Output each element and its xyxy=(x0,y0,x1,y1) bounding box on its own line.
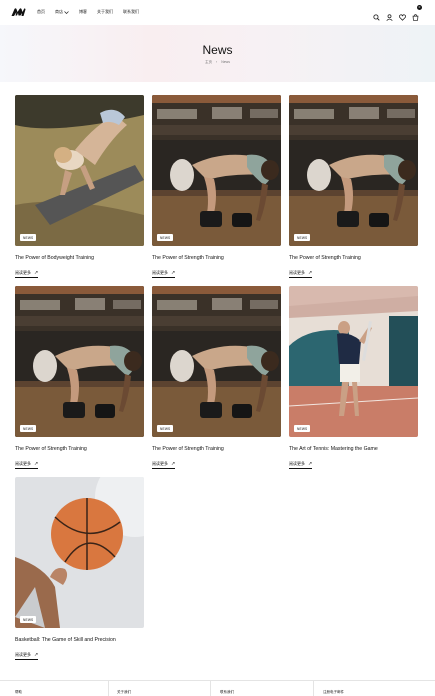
arrow-up-right-icon: ↗ xyxy=(171,270,176,276)
cart-count-badge: 0 xyxy=(417,5,422,10)
footer-help[interactable]: 帮助 xyxy=(15,690,22,695)
search-icon[interactable] xyxy=(373,13,380,21)
footer-divider xyxy=(313,681,314,696)
cart-icon xyxy=(412,14,419,21)
cart-button[interactable]: 0 xyxy=(412,5,422,26)
post-title[interactable]: The Art of Tennis: Mastering the Game xyxy=(289,446,418,452)
footer-contact[interactable]: 联系我们 xyxy=(220,690,234,695)
post-title[interactable]: The Power of Strength Training xyxy=(289,255,418,261)
post-card[interactable]: NEWS The Power of Strength Training 阅读更多… xyxy=(152,286,281,470)
footer-divider xyxy=(210,681,211,696)
post-category-badge: NEWS xyxy=(20,616,37,623)
read-more-label: 阅读更多 xyxy=(15,270,31,275)
nav-item-contact[interactable]: 联系我们 xyxy=(123,9,139,15)
post-card[interactable]: NEWS The Power of Strength Training 阅读更多… xyxy=(289,95,418,279)
post-card[interactable]: NEWS Basketball: The Game of Skill and P… xyxy=(15,477,144,661)
post-category-badge: NEWS xyxy=(157,425,174,432)
breadcrumb-home-link[interactable]: 主页 xyxy=(205,60,212,65)
breadcrumb-separator: › xyxy=(216,60,218,64)
post-category-badge: NEWS xyxy=(157,234,174,241)
page-hero: News 主页 › News xyxy=(0,25,435,82)
read-more-label: 阅读更多 xyxy=(152,461,168,466)
arrow-up-right-icon: ↗ xyxy=(34,270,39,276)
nav-label: 关于我们 xyxy=(97,9,113,14)
chevron-down-icon xyxy=(64,10,69,14)
site-header: 首页 商店 博客 关于我们 联系我们 0 xyxy=(0,0,435,25)
nav-item-blog[interactable]: 博客 xyxy=(79,9,87,15)
nav-label: 联系我们 xyxy=(123,9,139,14)
nav-item-home[interactable]: 首页 xyxy=(37,9,45,15)
post-image[interactable]: NEWS xyxy=(289,286,418,437)
read-more-link[interactable]: 阅读更多 ↗ xyxy=(15,652,39,660)
read-more-label: 阅读更多 xyxy=(15,461,31,466)
main-nav: 首页 商店 博客 关于我们 联系我们 xyxy=(37,9,139,15)
heart-icon[interactable] xyxy=(399,13,406,21)
read-more-link[interactable]: 阅读更多 ↗ xyxy=(152,461,176,469)
read-more-label: 阅读更多 xyxy=(152,270,168,275)
read-more-label: 阅读更多 xyxy=(289,270,305,275)
brand-logo[interactable] xyxy=(11,7,26,17)
read-more-link[interactable]: 阅读更多 ↗ xyxy=(15,461,39,469)
breadcrumb-current: News xyxy=(221,60,230,64)
post-title[interactable]: The Power of Strength Training xyxy=(15,446,144,452)
post-image[interactable]: NEWS xyxy=(152,286,281,437)
post-title[interactable]: The Power of Bodyweight Training xyxy=(15,255,144,261)
footer-newsletter[interactable]: 注册电子邮件 xyxy=(323,690,344,695)
post-category-badge: NEWS xyxy=(294,425,311,432)
post-card[interactable]: NEWS The Art of Tennis: Mastering the Ga… xyxy=(289,286,418,470)
site-footer: 帮助 关于我们 联系我们 注册电子邮件 xyxy=(0,680,435,696)
post-image[interactable]: NEWS xyxy=(289,95,418,246)
read-more-link[interactable]: 阅读更多 ↗ xyxy=(289,461,313,469)
footer-about[interactable]: 关于我们 xyxy=(117,690,131,695)
post-title[interactable]: The Power of Strength Training xyxy=(152,255,281,261)
post-title[interactable]: The Power of Strength Training xyxy=(152,446,281,452)
read-more-link[interactable]: 阅读更多 ↗ xyxy=(15,270,39,278)
arrow-up-right-icon: ↗ xyxy=(308,270,313,276)
read-more-label: 阅读更多 xyxy=(15,652,31,657)
footer-divider xyxy=(108,681,109,696)
breadcrumb: 主页 › News xyxy=(0,60,435,65)
arrow-up-right-icon: ↗ xyxy=(171,461,176,467)
post-category-badge: NEWS xyxy=(20,425,37,432)
nav-item-shop[interactable]: 商店 xyxy=(55,9,69,15)
read-more-label: 阅读更多 xyxy=(289,461,305,466)
post-image[interactable]: NEWS xyxy=(15,95,144,246)
arrow-up-right-icon: ↗ xyxy=(308,461,313,467)
post-category-badge: NEWS xyxy=(20,234,37,241)
nav-label: 博客 xyxy=(79,9,87,14)
post-card[interactable]: NEWS The Power of Strength Training 阅读更多… xyxy=(15,286,144,470)
read-more-link[interactable]: 阅读更多 ↗ xyxy=(289,270,313,278)
header-actions: 0 xyxy=(373,5,422,26)
user-icon[interactable] xyxy=(386,13,393,21)
post-card[interactable]: NEWS The Power of Strength Training 阅读更多… xyxy=(152,95,281,279)
post-image[interactable]: NEWS xyxy=(152,95,281,246)
post-image[interactable]: NEWS xyxy=(15,477,144,628)
read-more-link[interactable]: 阅读更多 ↗ xyxy=(152,270,176,278)
arrow-up-right-icon: ↗ xyxy=(34,652,39,658)
page-title: News xyxy=(202,43,233,57)
arrow-up-right-icon: ↗ xyxy=(34,461,39,467)
post-title[interactable]: Basketball: The Game of Skill and Precis… xyxy=(15,637,144,643)
nav-label: 首页 xyxy=(37,9,45,14)
post-category-badge: NEWS xyxy=(294,234,311,241)
nav-label: 商店 xyxy=(55,9,63,14)
post-image[interactable]: NEWS xyxy=(15,286,144,437)
post-card[interactable]: NEWS The Power of Bodyweight Training 阅读… xyxy=(15,95,144,279)
nav-item-about[interactable]: 关于我们 xyxy=(97,9,113,15)
